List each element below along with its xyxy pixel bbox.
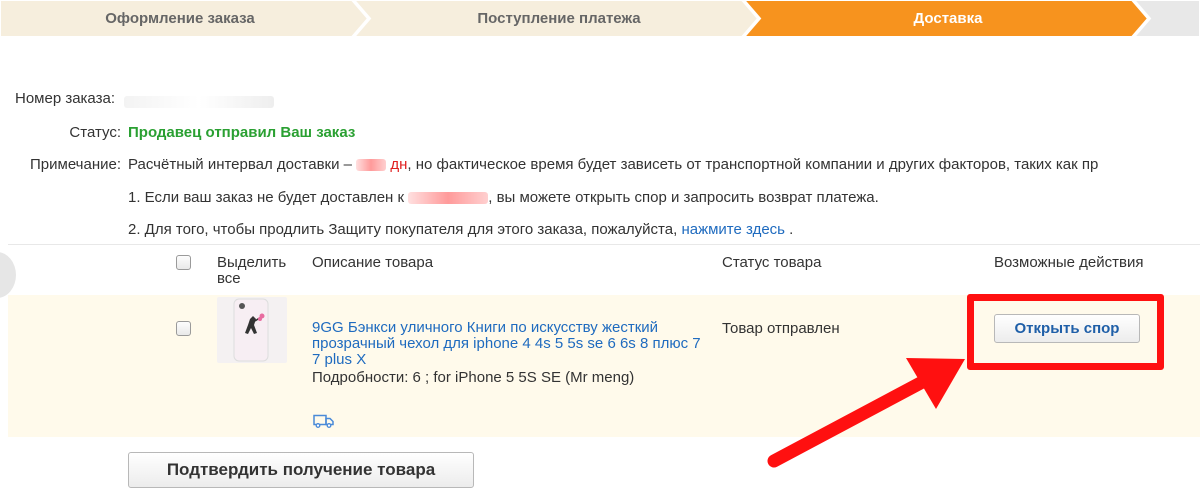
column-actions: Возможные действия: [994, 254, 1144, 271]
note-line-2: 2. Для того, чтобы продлить Защиту покуп…: [128, 220, 1200, 240]
status-label: Статус:: [69, 124, 121, 141]
note-line-1-prefix: 1. Если ваш заказ не будет доставлен к: [128, 189, 405, 206]
note-text: Расчётный интервал доставки – дн, но фак…: [128, 155, 1098, 175]
note-line-2-prefix: 2. Для того, чтобы продлить Защиту покуп…: [128, 221, 678, 238]
step-payment-received: Поступление платежа: [477, 10, 641, 27]
item-checkbox[interactable]: [176, 321, 191, 336]
select-all-checkbox[interactable]: [176, 255, 191, 270]
step-delivery: Доставка: [913, 10, 983, 27]
column-description: Описание товара: [312, 254, 434, 271]
item-status: Товар отправлен: [722, 320, 840, 337]
delivery-truck-icon[interactable]: [313, 414, 335, 433]
product-thumbnail[interactable]: [217, 297, 287, 363]
select-all-label: Выделить все: [217, 254, 287, 287]
note-suffix: , но фактическое время будет зависеть от…: [407, 156, 1099, 173]
status-value: Продавец отправил Ваш заказ: [128, 124, 356, 141]
order-progress-steps: Оформление заказа Поступление платежа До…: [0, 0, 1200, 37]
product-details: Подробности: 6 ; for iPhone 5 5S SE (Mr …: [312, 369, 635, 386]
note-label: Примечание:: [30, 156, 121, 173]
order-number-row: Номер заказа:: [0, 89, 1200, 109]
order-number-value: [124, 92, 274, 112]
column-item-status: Статус товара: [722, 254, 822, 271]
items-table-header: Выделить все Описание товара Статус това…: [8, 244, 1200, 294]
redacted-date: [408, 192, 489, 205]
note-days: дн: [390, 156, 408, 173]
step-order-placement: Оформление заказа: [105, 10, 255, 27]
redacted-days: [356, 159, 387, 172]
status-row: Статус: Продавец отправил Ваш заказ: [0, 123, 1200, 143]
note-line-1: 1. Если ваш заказ не будет доставлен к ,…: [128, 188, 1200, 208]
confirm-receipt-button[interactable]: Подтвердить получение товара: [128, 452, 474, 488]
note-prefix: Расчётный интервал доставки –: [128, 156, 352, 173]
note-row: Примечание: Расчётный интервал доставки …: [0, 155, 1200, 175]
note-line-2-suffix: .: [789, 221, 794, 238]
product-title-link[interactable]: 9GG Бэнкси уличного Книги по искусству ж…: [312, 320, 712, 368]
highlight-frame: [967, 294, 1164, 370]
pointer-arrow: [767, 358, 965, 468]
phone-case-image: [233, 298, 269, 362]
click-here-link[interactable]: нажмите здесь: [681, 221, 785, 238]
order-number-label: Номер заказа:: [14, 90, 115, 107]
note-line-1-suffix: , вы можете открыть спор и запросить воз…: [488, 189, 879, 206]
